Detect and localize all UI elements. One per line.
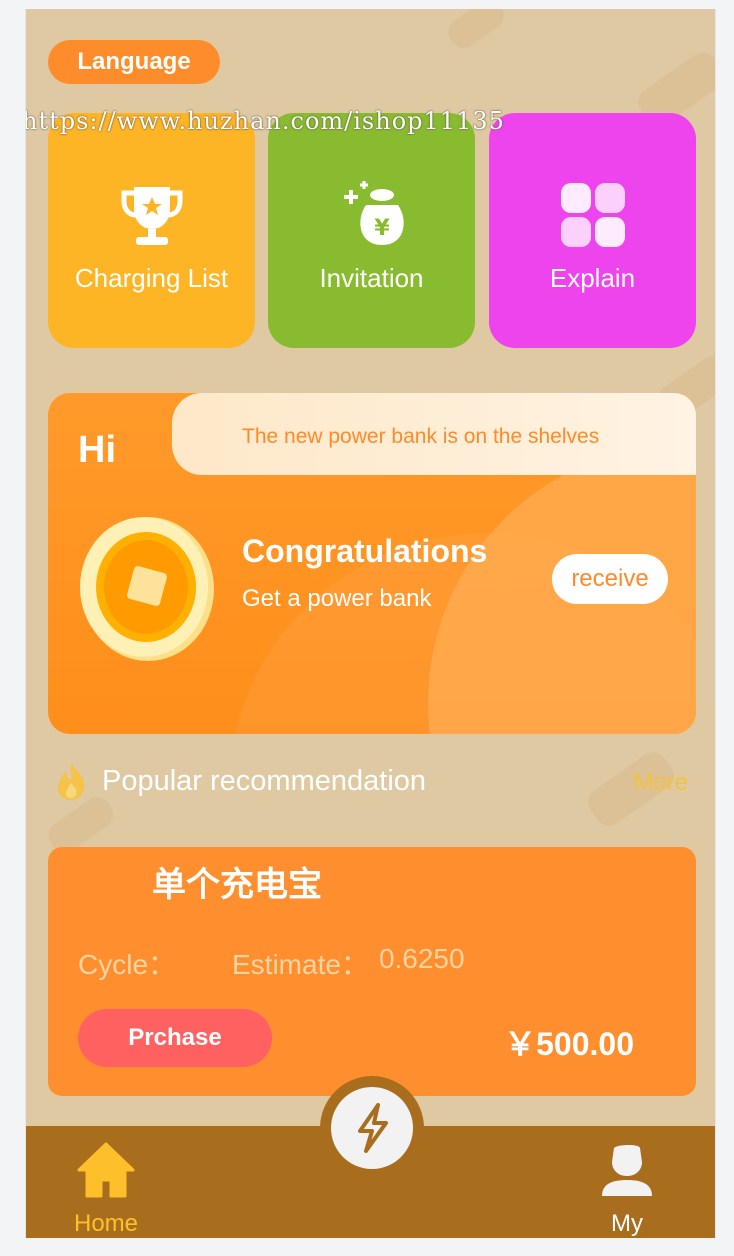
trophy-icon	[121, 187, 182, 245]
estimate-label: Estimate：	[232, 949, 369, 980]
background-decoration	[442, 9, 510, 54]
greeting: Hi	[78, 429, 116, 471]
fire-icon	[58, 763, 85, 800]
promo-title: Congratulations	[242, 533, 488, 569]
grid-icon	[560, 183, 625, 247]
receive-button[interactable]: receive	[552, 554, 668, 604]
charge-button-face	[331, 1087, 413, 1169]
purchase-button[interactable]: Prchase	[78, 1009, 272, 1067]
tab-label: Home	[74, 1210, 139, 1237]
promo-subtitle: Get a power bank	[242, 585, 432, 612]
watermark-text: https://www.huzhan.com/ishop11135	[25, 107, 505, 135]
lightning-icon	[358, 1103, 388, 1153]
tile-label: Charging List	[74, 263, 229, 293]
section-title: Popular recommendation	[102, 765, 427, 797]
product-card: 单个充电宝 Cycle： Estimate： 0.6250 Prchase ￥5…	[48, 847, 696, 1096]
charging-list-tile[interactable]: Charging List	[48, 113, 255, 348]
invitation-tile[interactable]: ¥ Invitation	[268, 113, 475, 348]
cycle-label: Cycle：	[78, 949, 177, 980]
notice-text: The new power bank is on the shelves	[242, 425, 600, 448]
tab-home[interactable]: Home	[74, 1140, 138, 1238]
product-price: ￥500.00	[504, 1026, 634, 1062]
tab-my[interactable]: My	[596, 1140, 658, 1238]
explain-tile[interactable]: Explain	[489, 113, 696, 348]
tab-label: My	[611, 1210, 643, 1237]
home-icon	[77, 1142, 135, 1198]
coin-icon	[80, 517, 214, 661]
product-meta: Cycle： Estimate： 0.6250	[78, 943, 465, 983]
charge-button[interactable]	[320, 1076, 424, 1180]
recommendation-header: Popular recommendation More	[48, 757, 696, 807]
estimate-value: 0.6250	[378, 943, 465, 974]
language-button[interactable]: Language	[48, 40, 220, 84]
product-name: 单个充电宝	[152, 866, 322, 904]
promo-banner: Hi The new power bank is on the shelves …	[48, 393, 696, 734]
more-link[interactable]: More	[633, 769, 688, 797]
money-bag-icon: ¥	[343, 181, 404, 245]
tile-label: Explain	[549, 263, 636, 293]
user-icon	[602, 1145, 652, 1196]
svg-text:¥: ¥	[374, 216, 390, 241]
tile-label: Invitation	[319, 263, 424, 293]
app-screen: Language Charging List ¥ Invitation Expl…	[25, 9, 716, 1238]
